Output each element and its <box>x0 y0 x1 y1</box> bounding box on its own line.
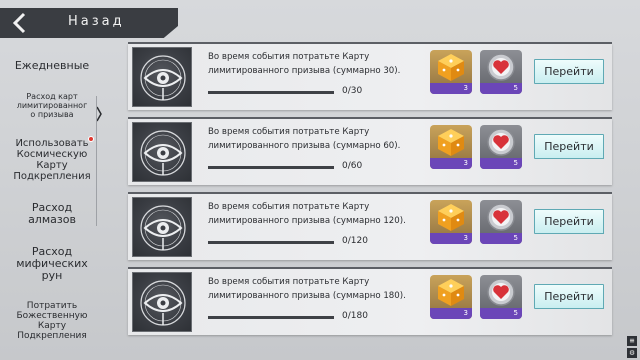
progress-text: 0/180 <box>342 311 368 321</box>
progress-text: 0/30 <box>342 86 363 96</box>
quest-description: Во время события потратьте Карту лимитир… <box>208 275 428 303</box>
back-button[interactable] <box>6 8 32 38</box>
notification-dot <box>88 136 94 142</box>
sidebar-item-label-line: Подкрепления <box>13 171 91 182</box>
back-title: Назад <box>68 14 125 29</box>
progress-bar <box>208 166 334 169</box>
reward-item-gem[interactable]: 5 <box>480 125 522 169</box>
progress-bar <box>208 316 334 319</box>
quest-description-line: лимитированного призыва (суммарно 30). <box>208 66 401 76</box>
quest-card: Во время события потратьте Карту лимитир… <box>128 117 612 185</box>
progress-bar <box>208 241 334 244</box>
heart-gem-icon <box>487 128 515 156</box>
quest-card: Во время события потратьте Карту лимитир… <box>128 42 612 110</box>
quest-description-line: Во время события потратьте Карту <box>208 52 370 62</box>
gear-icon[interactable]: ⚙ <box>627 348 637 358</box>
list-icon[interactable]: ≡ <box>627 336 637 346</box>
reward-count: 5 <box>480 83 522 94</box>
reward-count: 5 <box>480 308 522 319</box>
sidebar-item-daily[interactable]: Ежедневные <box>0 60 104 72</box>
gold-dice-icon <box>438 279 464 306</box>
sidebar-item-label-line: Расход карт <box>26 92 78 101</box>
sidebar-item-label-line: рун <box>41 269 63 282</box>
quest-description-line: Во время события потратьте Карту <box>208 277 370 287</box>
sidebar: Ежедневные Расход карт лимитированног о … <box>0 44 104 360</box>
chevron-left-icon <box>12 12 26 34</box>
progress-text: 0/60 <box>342 161 363 171</box>
heart-gem-icon <box>487 203 515 231</box>
quest-card: Во время события потратьте Карту лимитир… <box>128 192 612 260</box>
reward-count: 3 <box>430 158 472 169</box>
progress-bar <box>208 91 334 94</box>
eye-emblem-icon <box>132 122 192 182</box>
sidebar-item-mythic-runes[interactable]: Расход мифических рун <box>0 246 104 282</box>
sidebar-item-label-line: Подкрепления <box>17 331 87 341</box>
quest-description: Во время события потратьте Карту лимитир… <box>208 50 428 78</box>
eye-emblem-icon <box>132 272 192 332</box>
heart-gem-icon <box>487 278 515 306</box>
eye-emblem-icon <box>132 47 192 107</box>
progress-text: 0/120 <box>342 236 368 246</box>
card-top-line <box>128 192 612 194</box>
reward-count: 5 <box>480 233 522 244</box>
go-button[interactable]: Перейти <box>534 134 604 159</box>
sidebar-item-cosmic-card[interactable]: Использовать Космическую Карту Подкрепле… <box>0 138 104 182</box>
quest-description-line: лимитированного призыва (суммарно 180). <box>208 291 406 301</box>
quest-description-line: лимитированного призыва (суммарно 60). <box>208 141 401 151</box>
sidebar-item-label-line: Божественную <box>16 311 88 321</box>
sidebar-item-label-line: Потратить <box>26 301 78 311</box>
reward-item-gem[interactable]: 5 <box>480 275 522 319</box>
sidebar-item-label-line: о призыва <box>30 110 74 119</box>
reward-item-dice[interactable]: 3 <box>430 275 472 319</box>
sidebar-item-label: Ежедневные <box>14 59 90 72</box>
top-bar: Назад <box>0 8 178 38</box>
sidebar-item-limited-summon[interactable]: Расход карт лимитированног о призыва <box>0 92 104 119</box>
sidebar-item-label-line: алмазов <box>28 213 76 226</box>
quest-description-line: Во время события потратьте Карту <box>208 127 370 137</box>
reward-count: 3 <box>430 83 472 94</box>
quest-description: Во время события потратьте Карту лимитир… <box>208 125 428 153</box>
reward-count: 5 <box>480 158 522 169</box>
gold-dice-icon <box>438 129 464 156</box>
reward-count: 3 <box>430 233 472 244</box>
sidebar-item-diamonds[interactable]: Расход алмазов <box>0 202 104 226</box>
sidebar-item-label-line: лимитированног <box>16 101 88 110</box>
reward-item-dice[interactable]: 3 <box>430 200 472 244</box>
gold-dice-icon <box>438 204 464 231</box>
eye-emblem-icon <box>132 197 192 257</box>
reward-item-gem[interactable]: 5 <box>480 200 522 244</box>
sidebar-item-label-line: Космическую <box>16 149 88 160</box>
heart-gem-icon <box>487 53 515 81</box>
go-button[interactable]: Перейти <box>534 59 604 84</box>
card-top-line <box>128 267 612 269</box>
card-top-line <box>128 117 612 119</box>
sidebar-item-label-line: Карту <box>37 321 67 331</box>
quest-description: Во время события потратьте Карту лимитир… <box>208 200 428 228</box>
sidebar-item-label-line: Карту <box>36 160 68 171</box>
quest-description-line: лимитированного призыва (суммарно 120). <box>208 216 406 226</box>
reward-item-dice[interactable]: 3 <box>430 50 472 94</box>
reward-item-dice[interactable]: 3 <box>430 125 472 169</box>
reward-count: 3 <box>430 308 472 319</box>
quest-card: Во время события потратьте Карту лимитир… <box>128 267 612 335</box>
sidebar-item-divine-card[interactable]: Потратить Божественную Карту Подкреплени… <box>0 301 104 341</box>
gold-dice-icon <box>438 54 464 81</box>
reward-item-gem[interactable]: 5 <box>480 50 522 94</box>
go-button[interactable]: Перейти <box>534 209 604 234</box>
card-top-line <box>128 42 612 44</box>
quest-description-line: Во время события потратьте Карту <box>208 202 370 212</box>
go-button[interactable]: Перейти <box>534 284 604 309</box>
